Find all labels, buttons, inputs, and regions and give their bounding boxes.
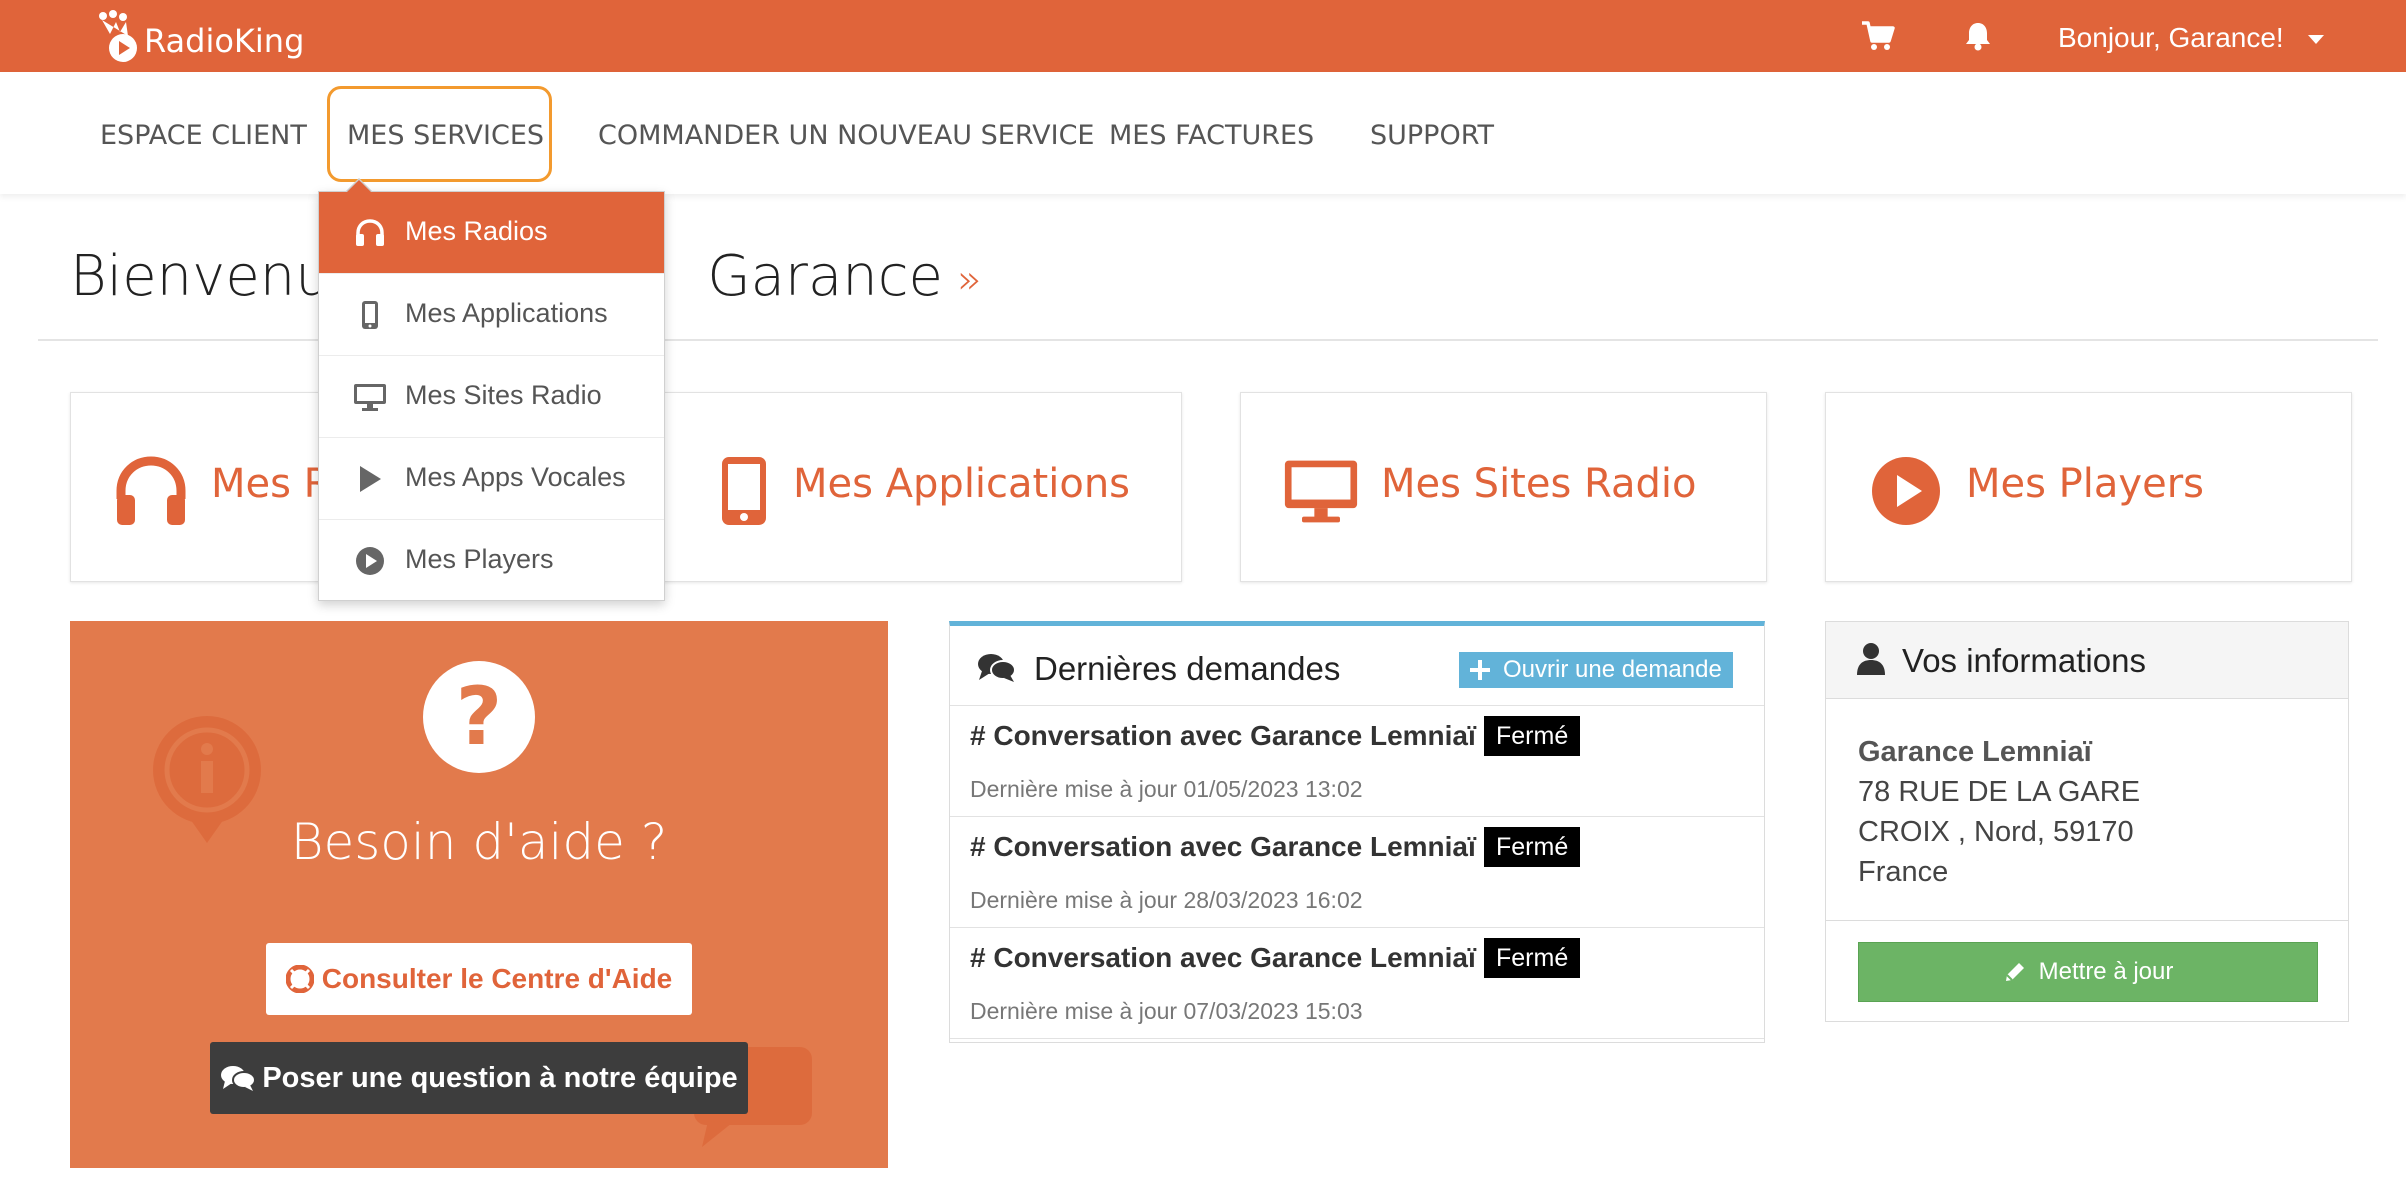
open-request-button[interactable]: Ouvrir une demande <box>1459 652 1733 688</box>
headphones-icon <box>116 456 186 525</box>
plus-icon <box>1470 660 1490 680</box>
card-mes-applications-label: Mes Applications <box>793 461 1131 507</box>
headphones-icon <box>353 216 387 250</box>
help-center-button[interactable]: Consulter le Centre d'Aide <box>266 943 692 1015</box>
request-title[interactable]: # Conversation avec Garance Lemniaï <box>970 942 1476 974</box>
comments-icon <box>978 654 1016 682</box>
request-updated: Dernière mise à jour 01/05/2023 13:02 <box>970 776 1363 802</box>
status-badge: Fermé <box>1484 827 1581 867</box>
dropdown-item-label: Mes Apps Vocales <box>405 462 626 492</box>
dropdown-item-mes-apps-vocales[interactable]: Mes Apps Vocales <box>319 438 664 520</box>
address-country: France <box>1858 856 1949 888</box>
comments-icon <box>221 1066 257 1091</box>
request-updated: Dernière mise à jour 28/03/2023 16:02 <box>970 887 1363 913</box>
pencil-icon <box>2005 963 2024 981</box>
request-row[interactable]: # Conversation avec Garance Lemniaï Ferm… <box>950 928 1764 1039</box>
help-panel: ? Besoin d'aide ? Consulter le Centre d'… <box>70 621 888 1168</box>
update-info-button[interactable]: Mettre à jour <box>1858 942 2318 1002</box>
dropdown-item-label: Mes Players <box>405 544 554 574</box>
user-icon <box>1857 643 1885 675</box>
dropdown-item-mes-applications[interactable]: Mes Applications <box>319 274 664 356</box>
dropdown-item-label: Mes Radios <box>405 216 548 246</box>
nav-commander-nouveau-service[interactable]: COMMANDER UN NOUVEAU SERVICE <box>598 120 1094 151</box>
open-request-button-label: Ouvrir une demande <box>1503 656 1722 683</box>
play-circle-icon <box>1872 457 1940 525</box>
play-icon <box>353 462 387 496</box>
dropdown-item-label: Mes Applications <box>405 298 608 328</box>
user-greeting[interactable]: Bonjour, Garance! <box>2058 20 2284 56</box>
address-line-2: CROIX , Nord, 59170 <box>1858 816 2134 848</box>
mes-services-dropdown: Mes Radios Mes Applications Mes Sites Ra… <box>318 191 665 601</box>
info-address: Garance Lemniaï 78 RUE DE LA GARE CROIX … <box>1858 732 2140 892</box>
dropdown-item-mes-players[interactable]: Mes Players <box>319 520 664 602</box>
request-title[interactable]: # Conversation avec Garance Lemniaï <box>970 831 1476 863</box>
top-bar: RadioKing Bonjour, Garance! <box>0 0 2406 72</box>
title-raquo-icon: » <box>957 256 982 303</box>
update-info-button-label: Mettre à jour <box>2038 958 2174 985</box>
requests-header: Dernières demandes Ouvrir une demande <box>950 626 1764 706</box>
user-menu-caret-icon[interactable] <box>2308 35 2324 44</box>
help-center-button-label: Consulter le Centre d'Aide <box>321 963 673 994</box>
info-title: Vos informations <box>1902 642 2146 679</box>
nav-support[interactable]: SUPPORT <box>1370 120 1494 151</box>
account-info-panel: Vos informations Garance Lemniaï 78 RUE … <box>1825 621 2349 1022</box>
card-mes-players-label: Mes Players <box>1966 461 2204 507</box>
status-badge: Fermé <box>1484 938 1581 978</box>
info-divider <box>1826 920 2348 921</box>
crown-logo-icon <box>99 10 137 62</box>
dropdown-item-mes-sites-radio[interactable]: Mes Sites Radio <box>319 356 664 438</box>
card-mes-radios-label: Mes R <box>211 461 332 507</box>
ask-team-button[interactable]: Poser une question à notre équipe <box>210 1042 748 1114</box>
info-header: Vos informations <box>1826 622 2348 699</box>
life-ring-icon <box>285 965 314 993</box>
mobile-icon <box>722 457 766 525</box>
brand-name: RadioKing <box>144 22 305 60</box>
requests-title: Dernières demandes <box>1034 650 1341 687</box>
play-circle-icon <box>353 544 387 578</box>
request-row[interactable]: # Conversation avec Garance Lemniaï Ferm… <box>950 706 1764 817</box>
request-title[interactable]: # Conversation avec Garance Lemniaï <box>970 720 1476 752</box>
nav-mes-factures[interactable]: MES FACTURES <box>1109 120 1314 151</box>
card-mes-players[interactable]: Mes Players <box>1825 392 2352 582</box>
desktop-icon <box>353 380 387 414</box>
address-line-1: 78 RUE DE LA GARE <box>1858 776 2141 808</box>
card-mes-sites-radio[interactable]: Mes Sites Radio <box>1240 392 1767 582</box>
customer-name: Garance Lemniaï <box>1858 736 2092 768</box>
nav-espace-client[interactable]: ESPACE CLIENT <box>100 120 307 151</box>
radioking-logo[interactable]: RadioKing <box>96 8 304 64</box>
request-updated: Dernière mise à jour 07/03/2023 15:03 <box>970 998 1363 1024</box>
question-circle-icon: ? <box>423 661 535 773</box>
dropdown-item-label: Mes Sites Radio <box>405 380 602 410</box>
bell-icon[interactable] <box>1960 18 1996 54</box>
nav-active-highlight <box>327 86 552 182</box>
desktop-icon <box>1284 460 1358 523</box>
page-title-right: Garance <box>707 244 943 309</box>
latest-requests-panel: Dernières demandes Ouvrir une demande # … <box>949 621 1765 1043</box>
dropdown-arrow-inner <box>347 180 371 192</box>
ask-team-button-label: Poser une question à notre équipe <box>262 1061 738 1094</box>
request-row[interactable]: # Conversation avec Garance Lemniaï Ferm… <box>950 817 1764 928</box>
card-mes-sites-radio-label: Mes Sites Radio <box>1381 461 1697 507</box>
status-badge: Fermé <box>1484 716 1581 756</box>
mobile-icon <box>353 298 387 332</box>
cart-icon[interactable] <box>1860 18 1896 54</box>
card-mes-applications[interactable]: Mes Applications <box>655 392 1182 582</box>
help-title: Besoin d'aide ? <box>290 813 668 871</box>
dropdown-item-mes-radios[interactable]: Mes Radios <box>319 192 664 274</box>
